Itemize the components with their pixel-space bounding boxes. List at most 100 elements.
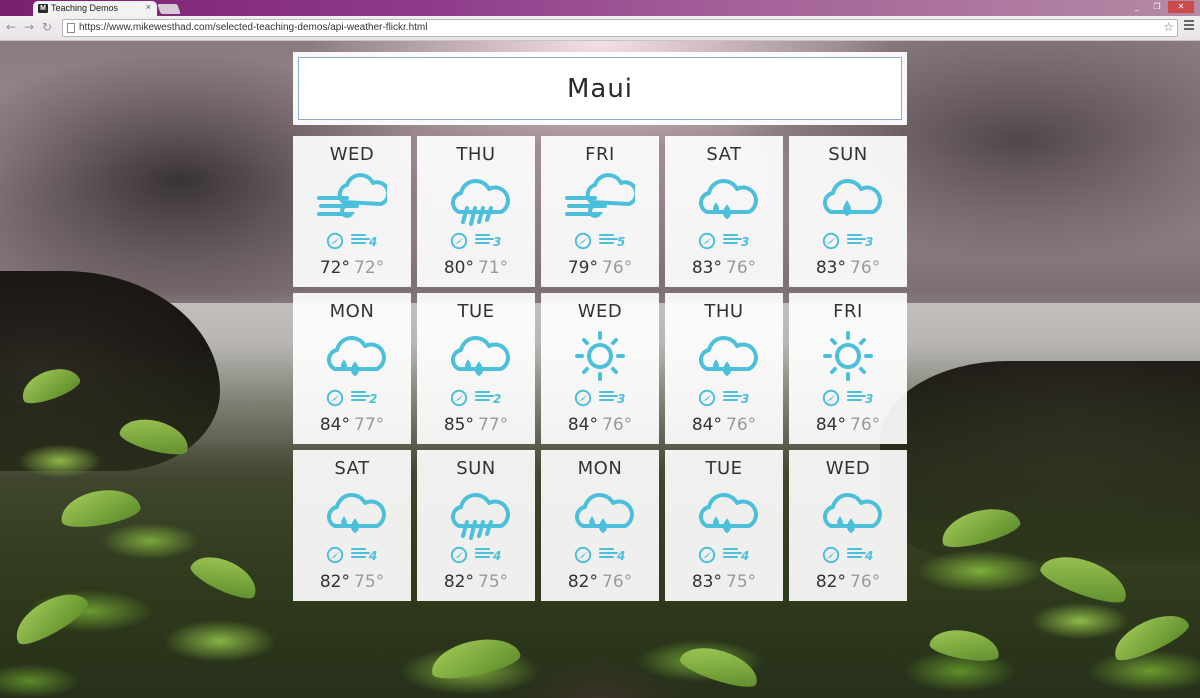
temp-low: 76° — [726, 258, 757, 278]
wind-speed: 4 — [493, 549, 502, 563]
wind-speed: 4 — [741, 549, 750, 563]
wind-cloud-icon — [565, 172, 639, 226]
tab-close-icon[interactable]: × — [146, 2, 151, 12]
wind-cloud-icon — [317, 172, 391, 226]
temp-high: 83° — [691, 572, 722, 592]
temp-high: 82° — [443, 572, 474, 592]
forecast-day: THU — [704, 301, 744, 322]
temp-low: 76° — [850, 572, 881, 592]
rain-drops-icon — [317, 486, 387, 540]
address-bar[interactable]: https://www.mikewesthad.com/selected-tea… — [62, 19, 1178, 37]
wind-row: 3 — [789, 230, 907, 250]
wind-speed: 5 — [617, 235, 626, 249]
minimize-icon[interactable]: _ — [1128, 1, 1146, 13]
wind-speed: 4 — [369, 235, 378, 249]
wind-direction-icon — [822, 546, 840, 564]
wind-speed-icon — [475, 391, 494, 401]
temp-low: 76° — [602, 415, 633, 435]
wind-speed-icon — [351, 548, 370, 558]
temp-low: 72° — [354, 258, 385, 278]
wind-speed-icon — [475, 234, 494, 244]
temp-low: 75° — [354, 572, 385, 592]
forecast-day: TUE — [705, 458, 743, 479]
wind-speed-icon — [599, 391, 618, 401]
forecast-day: WED — [825, 458, 871, 479]
temp-high: 80° — [443, 258, 474, 278]
temp-low: 77° — [354, 415, 385, 435]
restore-icon[interactable]: ❐ — [1148, 1, 1166, 13]
temp-low: 75° — [726, 572, 757, 592]
forecast-day: MON — [577, 458, 623, 479]
wind-row: 3 — [417, 230, 535, 250]
forecast-card-5: SUN 3 83° 76° — [789, 136, 907, 287]
temp-high: 83° — [691, 258, 722, 278]
forecast-day: SAT — [706, 144, 742, 165]
forecast-day: TUE — [457, 301, 495, 322]
heavy-rain-icon — [441, 172, 511, 226]
temperature: 84° 77° — [293, 415, 411, 435]
wind-direction-icon — [450, 546, 468, 564]
wind-row: 5 — [541, 230, 659, 250]
forecast-card-9: THU 3 84° 76° — [665, 293, 783, 444]
temperature: 79° 76° — [541, 258, 659, 278]
wind-speed: 3 — [865, 235, 874, 249]
wind-speed-icon — [723, 548, 742, 558]
browser-titlebar: M Teaching Demos × _ ❐ ✕ — [0, 0, 1200, 16]
menu-icon[interactable] — [1184, 20, 1194, 32]
wind-row: 3 — [665, 387, 783, 407]
temp-high: 79° — [567, 258, 598, 278]
temp-high: 72° — [319, 258, 350, 278]
wind-speed-icon — [847, 548, 866, 558]
temperature: 72° 72° — [293, 258, 411, 278]
wind-speed-icon — [475, 548, 494, 558]
wind-speed-icon — [599, 548, 618, 558]
temperature: 84° 76° — [665, 415, 783, 435]
temp-high: 84° — [691, 415, 722, 435]
sun-icon — [813, 329, 883, 383]
wind-speed: 4 — [369, 549, 378, 563]
wind-speed: 3 — [493, 235, 502, 249]
wind-direction-icon — [574, 232, 592, 250]
location-search-input[interactable] — [298, 57, 902, 120]
wind-row: 4 — [541, 544, 659, 564]
temperature: 83° 76° — [789, 258, 907, 278]
wind-speed-icon — [351, 391, 370, 401]
heavy-rain-icon — [441, 486, 511, 540]
forecast-card-12: SUN 4 82° 75° — [417, 450, 535, 601]
back-icon[interactable]: ← — [4, 20, 18, 34]
temp-low: 76° — [850, 258, 881, 278]
wind-direction-icon — [574, 389, 592, 407]
temp-low: 75° — [478, 572, 509, 592]
browser-tab[interactable]: M Teaching Demos × — [33, 1, 157, 16]
wind-direction-icon — [822, 232, 840, 250]
forecast-day: SUN — [828, 144, 868, 165]
new-tab-button[interactable] — [157, 4, 181, 14]
wind-row: 4 — [417, 544, 535, 564]
browser-toolbar: ← → ↻ https://www.mikewesthad.com/select… — [0, 16, 1200, 41]
wind-speed: 4 — [865, 549, 874, 563]
url-text: https://www.mikewesthad.com/selected-tea… — [79, 22, 428, 33]
forecast-day: FRI — [585, 144, 615, 165]
tab-title: Teaching Demos — [51, 3, 119, 13]
temperature: 82° 75° — [417, 572, 535, 592]
page-icon — [67, 23, 75, 33]
wind-direction-icon — [698, 389, 716, 407]
temp-high: 85° — [443, 415, 474, 435]
temperature: 82° 76° — [541, 572, 659, 592]
wind-direction-icon — [450, 232, 468, 250]
rain-drops-icon — [689, 486, 759, 540]
wind-row: 2 — [293, 387, 411, 407]
wind-direction-icon — [698, 546, 716, 564]
reload-icon[interactable]: ↻ — [40, 20, 54, 34]
wind-speed-icon — [599, 234, 618, 244]
wind-direction-icon — [326, 389, 344, 407]
window-controls: _ ❐ ✕ — [1128, 1, 1194, 13]
wind-direction-icon — [574, 546, 592, 564]
close-window-icon[interactable]: ✕ — [1168, 1, 1194, 13]
forecast-day: THU — [456, 144, 496, 165]
wind-speed-icon — [723, 391, 742, 401]
forecast-card-11: SAT 4 82° 75° — [293, 450, 411, 601]
rain-drops-icon — [689, 172, 759, 226]
forward-icon[interactable]: → — [22, 20, 36, 34]
bookmark-star-icon[interactable]: ☆ — [1163, 20, 1174, 34]
